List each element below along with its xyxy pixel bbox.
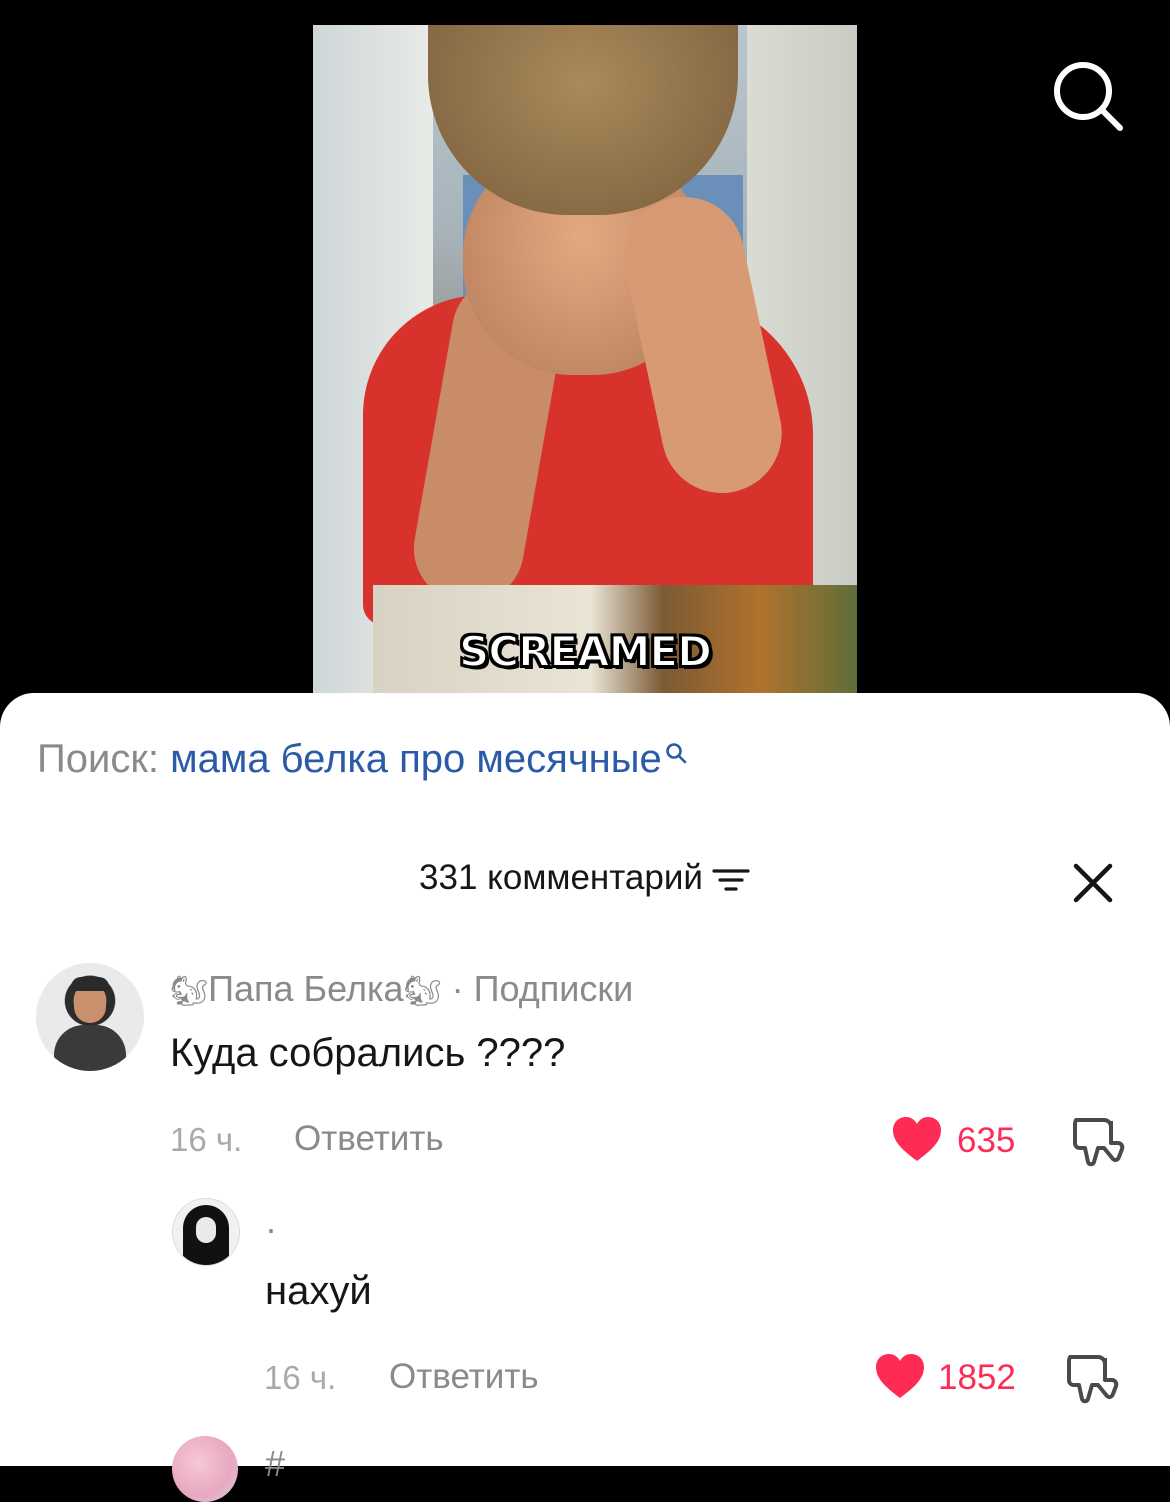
comment-author-name[interactable]: Папа Белка (208, 968, 403, 1009)
comments-header: 331 комментарий (0, 858, 1170, 898)
avatar-figure-body (54, 1025, 126, 1071)
like-count: 1852 (938, 1358, 1016, 1397)
avatar[interactable] (172, 1436, 238, 1502)
like-button[interactable]: 1852 (874, 1348, 1024, 1408)
search-suggestion-prefix: Поиск: (37, 737, 159, 781)
video-caption: SCREAMED (458, 626, 713, 677)
thumbs-down-icon (1073, 1118, 1125, 1167)
comment-author[interactable]: 🐿Папа Белка🐿 · Подписки (170, 968, 633, 1010)
avatar-figure-cap (71, 977, 109, 991)
comment-text: Куда собрались ???? (170, 1031, 566, 1075)
search-button[interactable] (1050, 58, 1126, 134)
dislike-button[interactable] (1064, 1349, 1120, 1405)
like-count: 635 (957, 1121, 1016, 1160)
comments-sheet: Поиск: мама белка про месячные 331 комме… (0, 693, 1170, 1502)
reply-button[interactable]: Ответить (294, 1119, 444, 1159)
comments-count: 331 комментарий (419, 858, 703, 897)
comment-time: 16 ч. (170, 1121, 243, 1158)
like-button[interactable]: 635 (891, 1111, 1031, 1171)
close-comments-button[interactable] (1068, 858, 1118, 908)
comment-author-name[interactable]: # (265, 1443, 285, 1485)
heart-icon (876, 1354, 924, 1398)
comment-text: нахуй (265, 1269, 372, 1313)
search-suggestion[interactable]: Поиск: мама белка про месячные (37, 737, 688, 782)
reply-button[interactable]: Ответить (389, 1357, 539, 1397)
search-suggestion-query[interactable]: мама белка про месячные (170, 737, 662, 781)
search-icon (665, 743, 687, 764)
close-icon (1073, 863, 1113, 903)
thumbs-down-icon (1067, 1355, 1119, 1404)
search-icon (1054, 62, 1123, 131)
heart-icon (893, 1117, 941, 1161)
comment-author-name[interactable]: · (265, 1208, 277, 1250)
squirrel-emoji: 🐿 (403, 975, 442, 1008)
sort-icon[interactable] (711, 865, 751, 895)
comment-author-relation: · Подписки (451, 968, 634, 1009)
avatar-figure-face (196, 1217, 216, 1243)
comment-time: 16 ч. (264, 1359, 337, 1396)
avatar[interactable] (172, 1198, 240, 1266)
dislike-button[interactable] (1070, 1112, 1126, 1168)
video-player[interactable]: SCREAMED (0, 0, 1170, 700)
video-frame[interactable]: SCREAMED (313, 25, 857, 700)
avatar[interactable] (36, 963, 144, 1071)
squirrel-emoji: 🐿 (170, 975, 209, 1008)
